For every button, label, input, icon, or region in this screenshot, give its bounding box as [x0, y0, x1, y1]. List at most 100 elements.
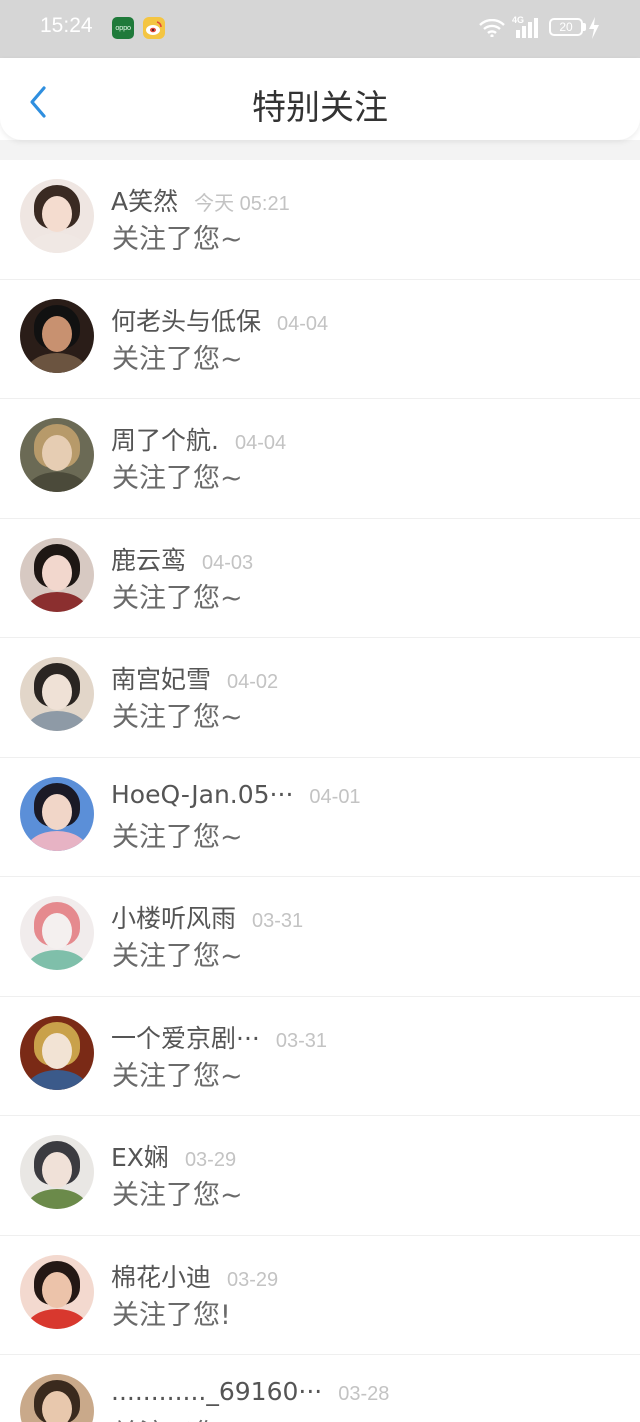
list-item[interactable]: 周了个航. 04-04 关注了您~ — [0, 399, 640, 519]
notification-message: 关注了您~ — [112, 702, 243, 733]
notification-message: 关注了您~ — [112, 343, 243, 375]
nav-bar: 特别关注 — [0, 58, 640, 140]
avatar-face — [42, 435, 72, 471]
user-name[interactable]: 周了个航. — [111, 421, 219, 457]
avatar-face — [42, 1152, 72, 1188]
notification-message: 关注了您~ — [112, 821, 243, 853]
list-item[interactable]: 鹿云鸾 04-03 关注了您~ — [0, 519, 640, 639]
avatar[interactable] — [20, 657, 94, 731]
list-item[interactable]: 小楼听风雨 03-31 关注了您~ — [0, 877, 640, 997]
list-item[interactable]: HoeQ-Jan.05··· 04-01 关注了您~ — [0, 758, 640, 878]
avatar-body — [26, 1308, 88, 1329]
timestamp: 04-04 — [234, 432, 287, 454]
timestamp: 04-02 — [227, 671, 279, 693]
weibo-app-icon — [143, 17, 165, 39]
timestamp: 04-03 — [202, 551, 254, 574]
avatar[interactable] — [20, 1135, 94, 1209]
user-name[interactable]: 南宫妃雪 — [111, 660, 211, 696]
user-name[interactable]: HoeQ-Jan.05··· — [111, 780, 293, 809]
wifi-icon — [479, 19, 505, 37]
name-line: ............_69160··· 03-28 — [111, 1377, 389, 1406]
notification-message: 关注了您~ — [112, 582, 243, 614]
notification-message: 关注了您! — [112, 1412, 231, 1422]
notification-message: 关注了您~ — [112, 463, 243, 494]
notification-message: 关注了您~ — [112, 1060, 243, 1092]
list-item[interactable]: 一个爱京剧··· 03-31 关注了您~ — [0, 997, 640, 1117]
name-line: A笑然 今天 05:21 — [111, 182, 290, 218]
user-name[interactable]: 小楼听风雨 — [111, 899, 236, 935]
user-name[interactable]: A笑然 — [111, 182, 178, 218]
user-name[interactable]: 鹿云鸾 — [111, 541, 186, 577]
avatar-body — [26, 950, 88, 970]
avatar-face — [42, 793, 72, 830]
user-name[interactable]: ............_69160··· — [111, 1377, 322, 1406]
name-line: 周了个航. 04-04 — [111, 421, 286, 457]
avatar-body — [26, 830, 88, 851]
list-item[interactable]: 棉花小迪 03-29 关注了您! — [0, 1236, 640, 1356]
status-bar: 15:24 oppo 4G 20 — [0, 0, 640, 58]
user-name[interactable]: 何老头与低保 — [111, 302, 261, 338]
avatar-body — [26, 1189, 88, 1209]
avatar-face — [42, 196, 72, 232]
signal-icon — [516, 18, 538, 38]
avatar[interactable] — [20, 418, 94, 492]
timestamp: 03-31 — [275, 1029, 327, 1052]
avatar-body — [26, 1069, 88, 1090]
status-time: 15:24 — [40, 14, 93, 37]
avatar[interactable] — [20, 179, 94, 253]
avatar[interactable] — [20, 1015, 94, 1090]
timestamp: 03-28 — [338, 1383, 390, 1405]
avatar[interactable] — [20, 298, 94, 373]
name-line: 小楼听风雨 03-31 — [111, 899, 303, 935]
battery-icon: 20 — [549, 18, 583, 36]
charging-icon — [589, 17, 599, 39]
user-name[interactable]: 棉花小迪 — [111, 1258, 211, 1294]
timestamp: 03-31 — [252, 910, 304, 932]
page-title: 特别关注 — [252, 88, 388, 128]
battery-tip — [583, 23, 586, 31]
list-item[interactable]: 何老头与低保 04-04 关注了您~ — [0, 280, 640, 400]
avatar-body — [26, 472, 88, 492]
name-line: 一个爱京剧··· 03-31 — [111, 1019, 327, 1055]
notification-list: A笑然 今天 05:21 关注了您~ 何老头与低保 04-04 关注了您~ 周了个航. 04-… — [0, 160, 640, 1422]
list-item[interactable]: A笑然 今天 05:21 关注了您~ — [0, 160, 640, 280]
oppo-app-icon: oppo — [112, 17, 134, 39]
avatar[interactable] — [20, 1254, 94, 1329]
avatar-face — [42, 1032, 72, 1069]
list-item[interactable]: ............_69160··· 03-28 关注了您! — [0, 1355, 640, 1422]
name-line: 棉花小迪 03-29 — [111, 1258, 278, 1294]
notification-message: 关注了您~ — [112, 941, 243, 972]
name-line: 何老头与低保 04-04 — [111, 302, 328, 338]
avatar-face — [42, 913, 72, 949]
timestamp: 今天 05:21 — [194, 193, 290, 215]
avatar-face — [42, 554, 72, 591]
avatar[interactable] — [20, 537, 94, 612]
name-line: EX娴 03-29 — [111, 1138, 236, 1174]
avatar-face — [42, 1271, 72, 1308]
user-name[interactable]: EX娴 — [111, 1138, 169, 1174]
header-divider — [0, 140, 640, 160]
list-item[interactable]: 南宫妃雪 04-02 关注了您~ — [0, 638, 640, 758]
avatar[interactable] — [20, 776, 94, 851]
notification-message: 关注了您~ — [112, 224, 243, 255]
avatar-face — [42, 674, 72, 710]
list-item[interactable]: EX娴 03-29 关注了您~ — [0, 1116, 640, 1236]
notification-message: 关注了您! — [112, 1299, 231, 1331]
timestamp: 03-29 — [184, 1149, 237, 1171]
timestamp: 04-04 — [277, 312, 329, 335]
avatar-body — [26, 233, 88, 253]
avatar-face — [42, 315, 72, 352]
user-name[interactable]: 一个爱京剧··· — [111, 1019, 260, 1055]
avatar-face — [42, 1391, 72, 1422]
avatar-body — [26, 352, 88, 373]
notification-message: 关注了您~ — [112, 1180, 243, 1211]
name-line: 鹿云鸾 04-03 — [111, 541, 253, 577]
name-line: HoeQ-Jan.05··· 04-01 — [111, 780, 361, 809]
avatar-body — [26, 711, 88, 731]
name-line: 南宫妃雪 04-02 — [111, 660, 278, 696]
avatar[interactable] — [20, 896, 94, 970]
timestamp: 04-01 — [309, 785, 361, 808]
avatar-body — [26, 591, 88, 612]
timestamp: 03-29 — [227, 1268, 279, 1291]
avatar[interactable] — [20, 1374, 94, 1422]
